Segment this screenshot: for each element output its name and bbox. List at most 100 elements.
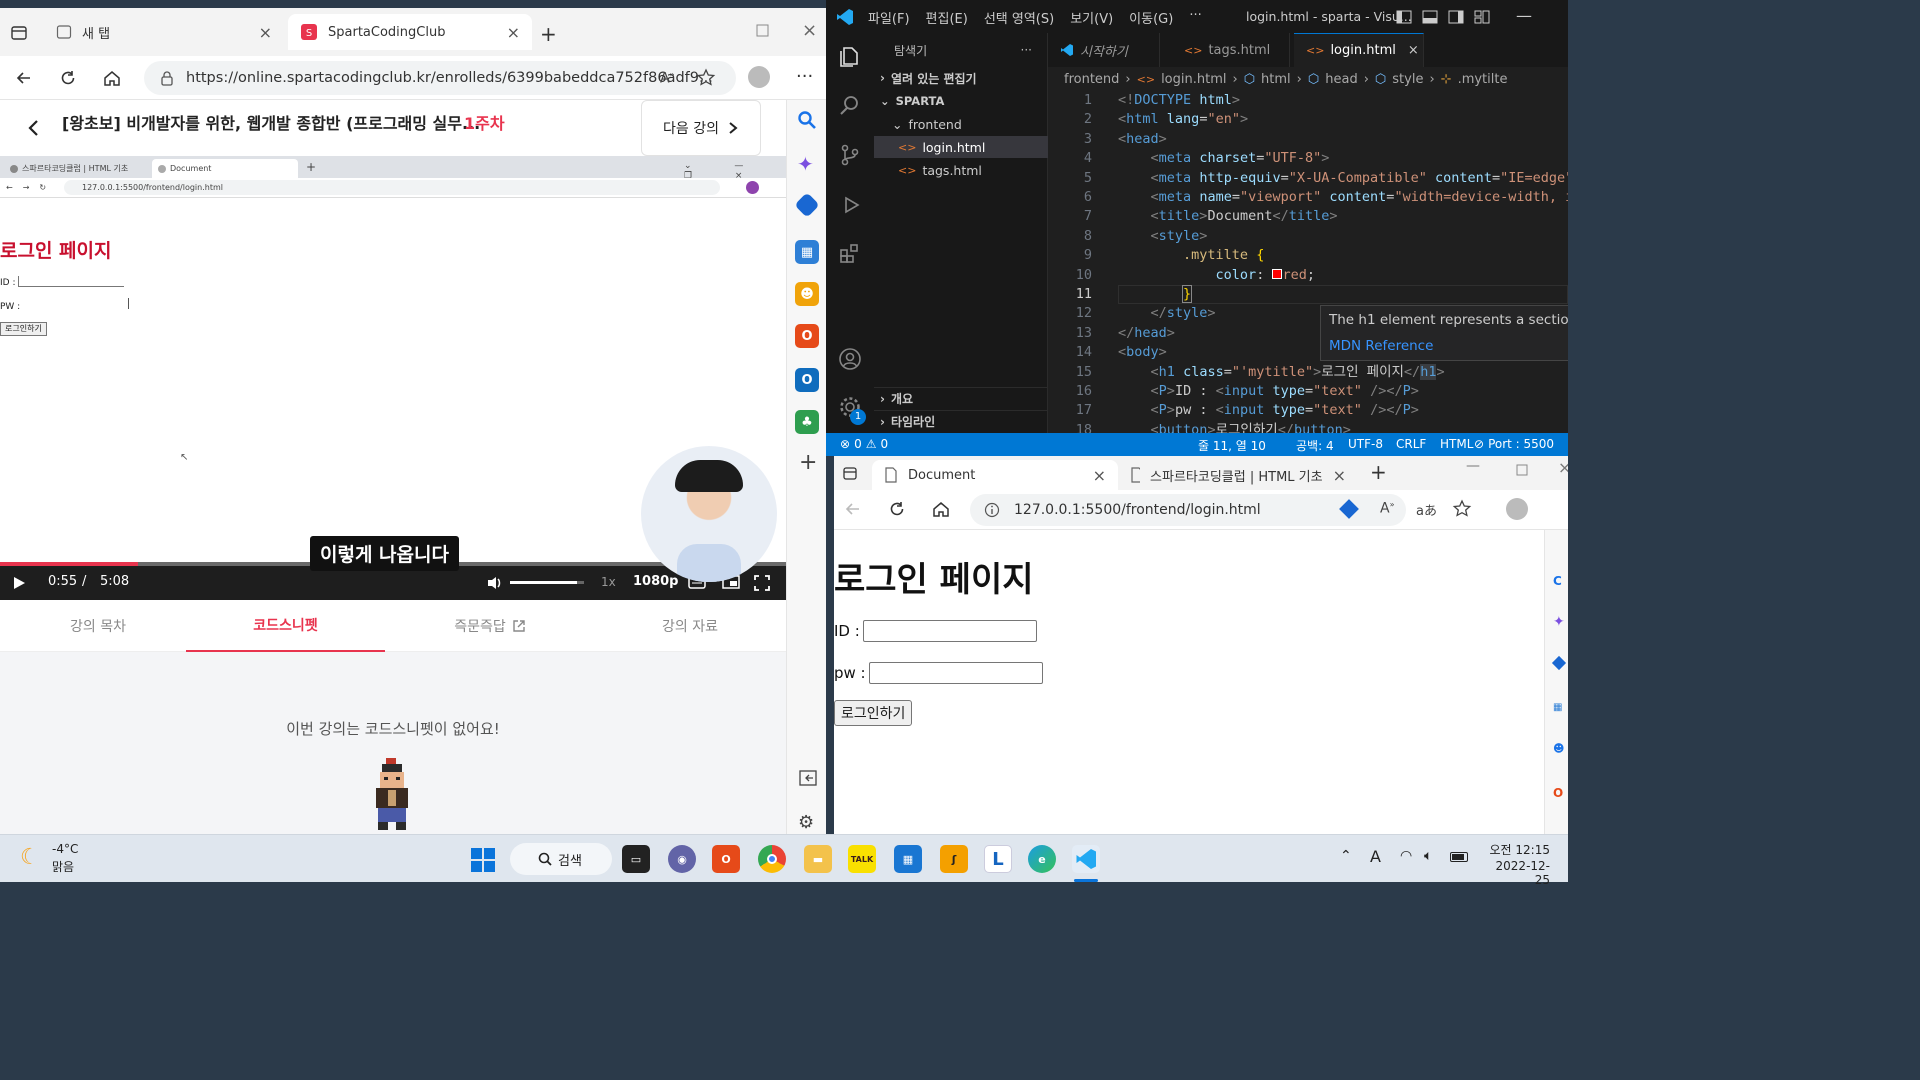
- id-input[interactable]: [863, 620, 1037, 642]
- taskbar-search[interactable]: 검색: [510, 843, 612, 875]
- edge-browser-icon[interactable]: e: [1028, 845, 1056, 873]
- open-editors-section[interactable]: › 열려 있는 편집기: [874, 67, 1048, 89]
- people-icon[interactable]: ☻: [795, 282, 819, 306]
- profile-avatar[interactable]: [1506, 498, 1528, 520]
- outline-section[interactable]: › 개요: [874, 387, 1048, 409]
- ime-icon[interactable]: A: [1370, 847, 1381, 866]
- login-button[interactable]: 로그인하기: [834, 700, 913, 726]
- tree-icon[interactable]: ♣: [795, 410, 819, 434]
- start-windows-icon[interactable]: [470, 847, 496, 873]
- tab-tags-html[interactable]: <> tags.html: [1172, 33, 1290, 67]
- source-control-icon[interactable]: [838, 143, 862, 167]
- battery-icon[interactable]: [1450, 852, 1468, 862]
- code-editor[interactable]: 1 2 3 4 5 6 7 8 9 10 11 12 13 14 15 16 17 18 <!DOCTYPE ht…: [1048, 91, 1568, 433]
- tab-code-snippet[interactable]: 코드스니펫: [186, 600, 385, 652]
- tools-icon[interactable]: ▦: [1553, 702, 1562, 713]
- volume-slider[interactable]: [510, 581, 584, 584]
- menu-go[interactable]: 이동(G): [1129, 8, 1173, 27]
- back-chevron-icon[interactable]: [24, 118, 44, 138]
- play-icon[interactable]: [12, 576, 26, 590]
- tab-qna[interactable]: 즉문즉답: [392, 600, 588, 652]
- folder-frontend[interactable]: ⌄ frontend: [874, 113, 1048, 135]
- close-icon[interactable]: ×: [507, 23, 520, 42]
- favorite-add-icon[interactable]: [1452, 499, 1472, 519]
- tab-actions-icon[interactable]: [842, 466, 858, 482]
- maximize-icon[interactable]: [756, 24, 770, 38]
- problems-indicator[interactable]: ⊗ 0 ⚠ 0: [840, 437, 888, 451]
- pw-input[interactable]: [869, 662, 1043, 684]
- people-icon[interactable]: ☻: [1553, 742, 1564, 755]
- extensions-icon[interactable]: [838, 241, 862, 265]
- tab-actions-icon[interactable]: [10, 24, 28, 42]
- menu-file[interactable]: 파일(F): [868, 8, 910, 27]
- clock-date[interactable]: 2022-12-25: [1484, 859, 1550, 887]
- language-mode[interactable]: HTML: [1440, 437, 1473, 451]
- copilot-sparkle-icon[interactable]: ✦: [1553, 614, 1565, 630]
- tab-login-html[interactable]: <> login.html ×: [1294, 33, 1424, 67]
- chrome-icon[interactable]: [758, 845, 786, 873]
- breadcrumb-item[interactable]: html: [1261, 72, 1291, 87]
- breadcrumb-item[interactable]: frontend: [1064, 72, 1119, 87]
- speaker-icon[interactable]: 🔈︎: [1424, 848, 1432, 864]
- teams-chat-icon[interactable]: ◉: [668, 845, 696, 873]
- tools-icon[interactable]: ▦: [795, 240, 819, 264]
- close-icon[interactable]: ×: [259, 23, 272, 42]
- mdn-reference-link[interactable]: MDN Reference: [1329, 338, 1433, 354]
- settings-gear-icon[interactable]: ⚙: [798, 812, 814, 833]
- home-icon[interactable]: [932, 500, 950, 518]
- wifi-icon[interactable]: ◠: [1400, 848, 1412, 864]
- close-icon[interactable]: ×: [1093, 466, 1106, 485]
- outlook-icon[interactable]: O: [795, 368, 819, 392]
- indentation[interactable]: 공백: 4: [1296, 437, 1334, 454]
- home-icon[interactable]: [100, 66, 124, 90]
- tab-welcome[interactable]: 시작하기: [1048, 33, 1160, 67]
- more-menu-icon[interactable]: ···: [796, 66, 813, 87]
- explorer-more-icon[interactable]: ···: [1021, 43, 1032, 57]
- back-arrow-icon[interactable]: [844, 500, 862, 518]
- file-explorer-icon[interactable]: ▬: [804, 845, 832, 873]
- store-icon[interactable]: ▦: [894, 845, 922, 873]
- close-icon[interactable]: ×: [1408, 43, 1419, 58]
- copilot-sparkle-icon[interactable]: ✦: [797, 152, 814, 176]
- favorite-add-icon[interactable]: [696, 68, 716, 88]
- timeline-section[interactable]: › 타임라인: [874, 410, 1048, 432]
- search-icon[interactable]: [797, 110, 817, 130]
- office-icon[interactable]: O: [795, 324, 819, 348]
- refresh-icon[interactable]: [888, 500, 906, 518]
- refresh-icon[interactable]: [56, 66, 80, 90]
- close-window-icon[interactable]: ×: [1558, 458, 1568, 477]
- read-aloud-icon[interactable]: A»: [1380, 500, 1394, 517]
- explorer-files-icon[interactable]: [838, 45, 862, 69]
- menu-view[interactable]: 보기(V): [1070, 8, 1113, 27]
- close-window-icon[interactable]: ×: [802, 20, 817, 41]
- color-swatch-icon[interactable]: [1272, 268, 1283, 279]
- minimize-icon[interactable]: —: [1516, 6, 1532, 25]
- translate-icon[interactable]: aあ: [1416, 500, 1437, 519]
- office-icon[interactable]: O: [712, 845, 740, 873]
- office-icon[interactable]: O: [1553, 786, 1563, 800]
- layout-controls-icon[interactable]: [1396, 9, 1490, 25]
- encoding[interactable]: UTF-8: [1348, 437, 1383, 451]
- tab-materials[interactable]: 강의 자료: [592, 600, 786, 652]
- vscode-taskbar-icon[interactable]: [1072, 845, 1100, 873]
- tab-lecture-toc[interactable]: 강의 목차: [0, 600, 196, 652]
- tab-sparta-html[interactable]: 스파르타코딩클럽 | HTML 기초 ×: [1118, 460, 1358, 490]
- tab-document[interactable]: Document ×: [872, 460, 1118, 490]
- cursor-position[interactable]: 줄 11, 열 10: [1198, 437, 1266, 454]
- task-view-icon[interactable]: ▭: [622, 845, 650, 873]
- menu-more[interactable]: ···: [1189, 8, 1201, 27]
- breadcrumb-item[interactable]: style: [1392, 72, 1423, 87]
- new-tab-plus-icon[interactable]: +: [1370, 460, 1387, 484]
- app-l-icon[interactable]: L: [984, 845, 1012, 873]
- live-server-port[interactable]: ⊘ Port : 5500: [1474, 437, 1554, 451]
- minimize-icon[interactable]: —: [1466, 458, 1480, 474]
- breadcrumb-item[interactable]: head: [1325, 72, 1357, 87]
- weather-moon-icon[interactable]: ☾: [20, 845, 40, 870]
- fullscreen-icon[interactable]: [754, 575, 770, 591]
- chevron-up-icon[interactable]: ⌃: [1340, 848, 1352, 864]
- back-arrow-icon[interactable]: [12, 66, 36, 90]
- tag-icon[interactable]: [1551, 655, 1567, 671]
- profile-avatar[interactable]: [748, 66, 770, 88]
- new-tab-plus-icon[interactable]: +: [540, 22, 557, 46]
- sidebar-collapse-icon[interactable]: [799, 770, 817, 786]
